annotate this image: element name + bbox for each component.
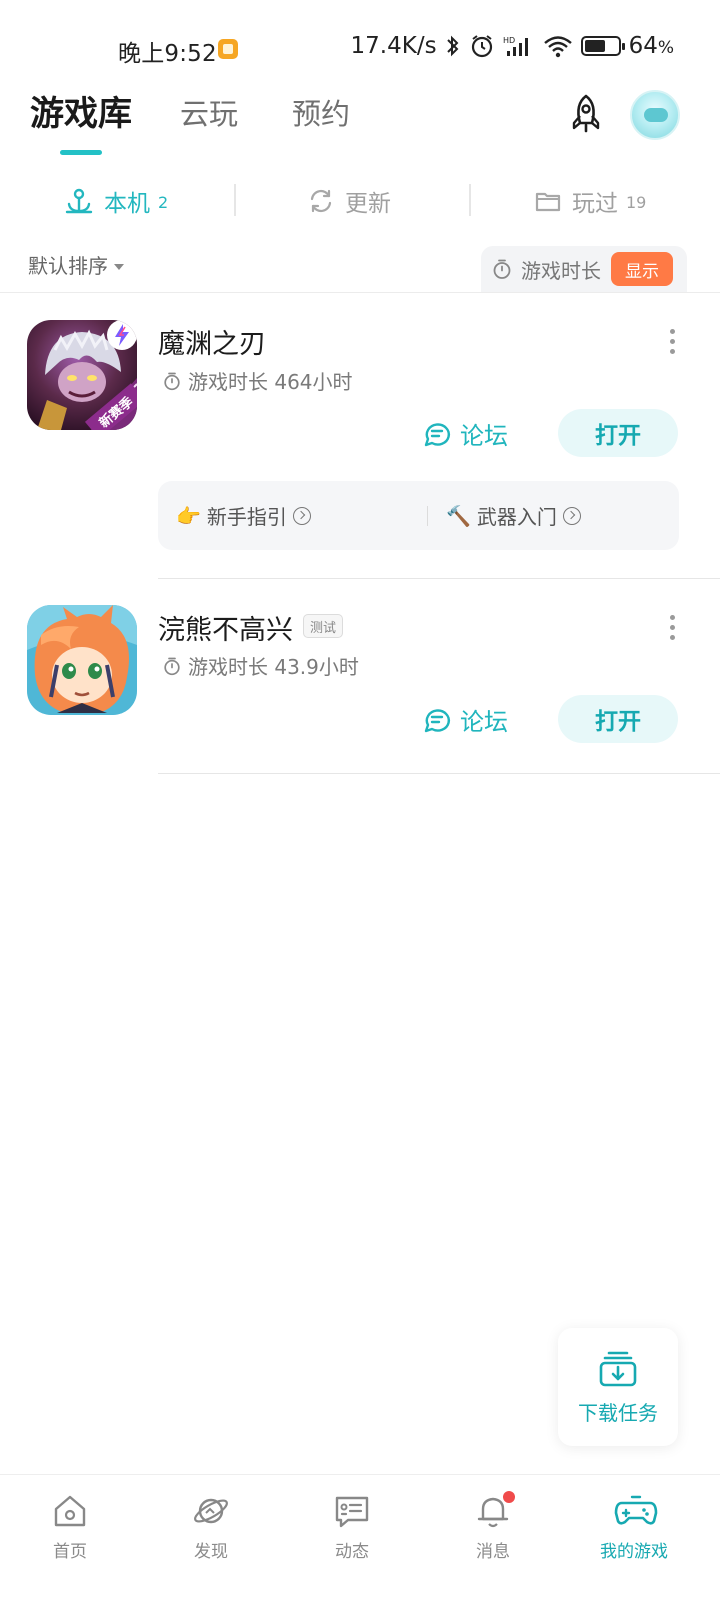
game-playtime-text: 游戏时长 43.9小时	[188, 655, 359, 679]
show-playtime-badge[interactable]: 显示	[611, 252, 673, 286]
folder-icon	[535, 192, 561, 212]
sub-tab-played[interactable]: 玩过 19	[534, 176, 646, 226]
active-tab-indicator	[60, 150, 102, 155]
planet-icon	[194, 1498, 228, 1524]
wifi-icon	[543, 36, 572, 58]
sub-tab-local[interactable]: 本机 2	[64, 176, 168, 226]
sub-tabs: 本机 2 更新 玩过 19	[0, 176, 720, 226]
download-tray-icon	[599, 1351, 637, 1386]
bluetooth-icon	[446, 35, 458, 57]
sub-tab-divider	[469, 184, 471, 216]
status-bar: 晚上9:52 17.4K/s HD 64%	[0, 0, 720, 90]
nav-label: 首页	[53, 1542, 87, 1562]
game-artwork	[27, 605, 137, 715]
rocket-icon	[572, 94, 600, 133]
more-options-button[interactable]	[662, 323, 682, 359]
avatar-visor	[644, 108, 668, 122]
divider	[0, 292, 720, 293]
circle-arrow-right-icon	[562, 506, 581, 525]
guide-divider	[427, 506, 428, 526]
tab-cloud-play[interactable]: 云玩	[180, 92, 238, 136]
sub-tab-updates[interactable]: 更新	[307, 176, 391, 226]
forum-icon	[424, 422, 450, 446]
caret-down-icon	[114, 263, 124, 270]
game-icon-moyuan[interactable]: 新赛季	[27, 320, 137, 430]
tab-reservations[interactable]: 预约	[292, 92, 350, 136]
notification-dot	[503, 1491, 515, 1503]
playtime-toggle[interactable]: 游戏时长 显示	[481, 246, 687, 292]
sub-tab-divider	[234, 184, 236, 216]
library-tabs: 游戏库 云玩 预约	[30, 92, 404, 136]
game-icon-raccoon[interactable]	[27, 605, 137, 715]
open-game-button[interactable]: 打开	[558, 695, 678, 743]
avatar[interactable]	[630, 90, 680, 140]
sort-dropdown[interactable]: 默认排序	[28, 250, 124, 279]
stopwatch-icon	[164, 657, 180, 675]
svg-text:HD: HD	[503, 36, 515, 45]
hammer-icon: 🔨	[446, 503, 471, 528]
guide-label: 新手指引	[206, 505, 287, 529]
open-game-button[interactable]: 打开	[558, 409, 678, 457]
tab-game-library[interactable]: 游戏库	[30, 92, 132, 136]
forum-label: 论坛	[460, 708, 508, 736]
forum-button[interactable]: 论坛	[422, 416, 508, 451]
battery-icon	[580, 36, 625, 56]
forum-label: 论坛	[460, 422, 508, 450]
alarm-icon	[471, 35, 492, 58]
boost-badge	[107, 320, 137, 350]
circle-arrow-right-icon	[292, 506, 311, 525]
guide-weapons[interactable]: 🔨 武器入门	[446, 481, 581, 550]
nav-feed[interactable]: 动态	[302, 1491, 402, 1562]
rocket-button[interactable]	[564, 92, 608, 136]
network-speed: 17.4K/s	[350, 33, 437, 59]
chat-card-icon	[335, 1496, 369, 1528]
refresh-icon	[310, 189, 332, 213]
sub-tab-updates-label: 更新	[345, 191, 391, 217]
forum-icon	[424, 708, 450, 732]
guide-beginner[interactable]: 👉 新手指引	[176, 481, 311, 550]
nav-label: 我的游戏	[600, 1542, 668, 1562]
nav-messages[interactable]: 消息	[443, 1491, 543, 1562]
sub-tab-local-count: 2	[158, 192, 169, 212]
guide-label: 武器入门	[476, 505, 557, 529]
home-icon	[54, 1495, 86, 1527]
battery-level	[584, 40, 605, 52]
gamepad-icon	[614, 1495, 658, 1525]
status-indicators: 17.4K/s HD 64%	[351, 33, 674, 59]
notification-app-icon	[218, 39, 238, 59]
game-title[interactable]: 魔渊之刃	[158, 322, 266, 361]
nav-home[interactable]: 首页	[20, 1491, 120, 1562]
playtime-toggle-label: 游戏时长	[521, 258, 601, 283]
pointing-hand-icon: 👉	[176, 503, 201, 528]
anchor-icon	[65, 188, 93, 214]
sub-tab-played-label: 玩过	[572, 191, 618, 217]
lightning-icon	[115, 324, 129, 346]
status-time: 晚上9:52	[118, 41, 217, 67]
nav-label: 消息	[476, 1542, 510, 1562]
forum-button[interactable]: 论坛	[422, 702, 508, 737]
more-options-button[interactable]	[662, 609, 682, 645]
game-title[interactable]: 浣熊不高兴	[158, 608, 293, 647]
bottom-nav: 首页 发现 动态 消息 我的游戏	[0, 1474, 720, 1600]
sub-tab-local-label: 本机	[104, 191, 150, 217]
game-playtime: 游戏时长 464小时	[162, 366, 353, 395]
stopwatch-icon	[493, 259, 511, 279]
nav-label: 动态	[335, 1542, 369, 1562]
nav-my-games[interactable]: 我的游戏	[584, 1491, 684, 1562]
battery-percent: 64%	[628, 33, 674, 59]
test-tag: 测试	[303, 614, 344, 638]
download-task-button[interactable]: 下载任务	[558, 1328, 678, 1446]
signal-icon: HD	[503, 36, 528, 56]
divider	[158, 773, 720, 774]
nav-discover[interactable]: 发现	[161, 1491, 261, 1562]
divider	[158, 578, 720, 579]
game-playtime-text: 游戏时长 464小时	[188, 370, 353, 394]
sub-tab-played-count: 19	[626, 192, 647, 212]
guide-links: 👉 新手指引 🔨 武器入门	[158, 481, 679, 550]
stopwatch-icon	[164, 372, 180, 390]
nav-label: 发现	[194, 1542, 228, 1562]
game-playtime: 游戏时长 43.9小时	[162, 651, 359, 680]
download-task-label: 下载任务	[578, 1400, 658, 1425]
sort-label: 默认排序	[28, 254, 108, 278]
